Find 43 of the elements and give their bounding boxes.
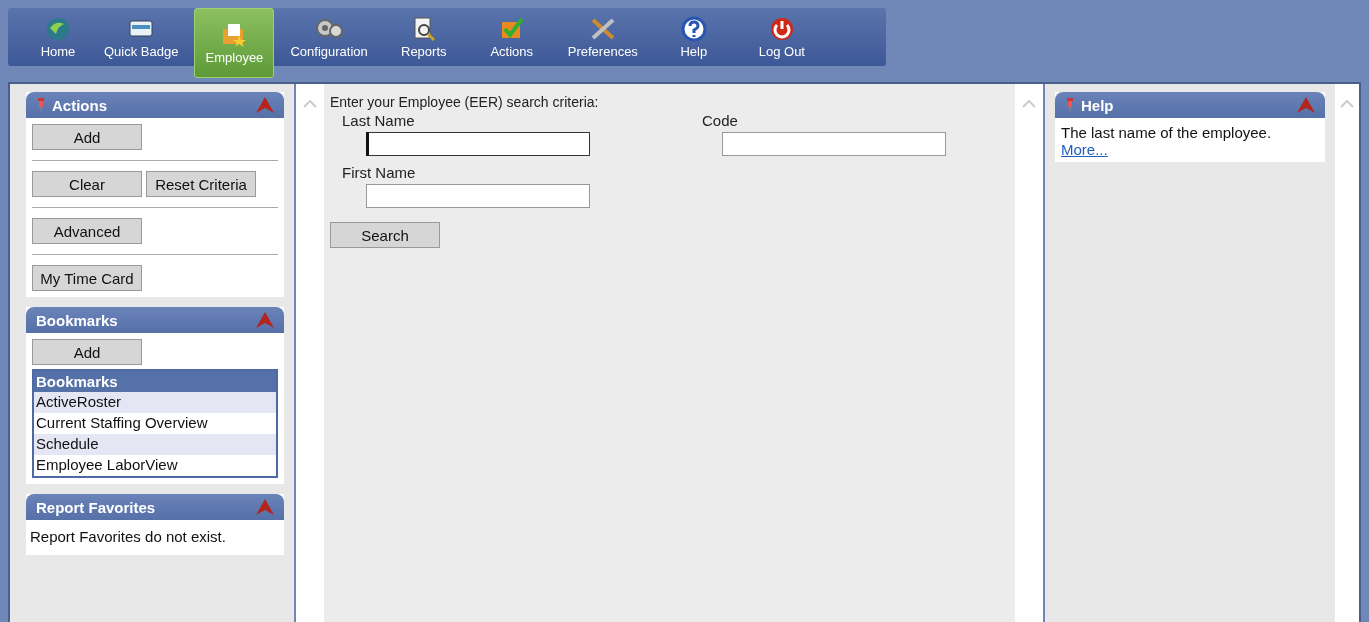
nav-tab[interactable]: Configuration [282, 8, 376, 66]
bookmark-item[interactable]: ActiveRoster [34, 392, 276, 413]
bookmark-item[interactable]: Schedule [34, 434, 276, 455]
nav-tab[interactable]: Reports [383, 8, 464, 66]
collapse-icon[interactable] [256, 499, 274, 515]
nav-tab[interactable]: Actions [471, 8, 552, 66]
scroll-up-icon[interactable] [1340, 100, 1354, 108]
search-prompt: Enter your Employee (EER) search criteria: [330, 94, 600, 110]
help-icon [679, 15, 708, 42]
more-link[interactable]: More... [1061, 141, 1108, 158]
help-text: The last name of the employee. [1061, 124, 1273, 141]
scroll-up-icon[interactable] [1022, 100, 1036, 108]
nav-tab[interactable]: Quick Badge [96, 8, 187, 66]
collapse-icon[interactable] [256, 312, 274, 328]
nav-tab[interactable]: Preferences [559, 8, 646, 66]
search-button[interactable]: Search [330, 222, 440, 248]
nav-tab[interactable]: Help [653, 8, 734, 66]
action-button[interactable]: Clear [32, 171, 142, 197]
field-label: Code [702, 112, 739, 129]
bookmark-item[interactable]: Current Staffing Overview [34, 413, 276, 434]
panel-title: Help [1081, 96, 1115, 114]
globe-icon [44, 15, 72, 42]
list-header: Bookmarks [34, 371, 276, 392]
collapse-icon[interactable] [256, 97, 274, 113]
nav-tab[interactable]: Log Out [741, 8, 822, 66]
action-button[interactable]: Reset Criteria [146, 171, 256, 197]
collapse-icon[interactable] [1297, 97, 1315, 113]
action-button[interactable]: My Time Card [32, 265, 142, 291]
bookmark-item[interactable]: Employee LaborView [34, 455, 276, 476]
scroll-up-icon[interactable] [303, 100, 317, 108]
field-label: Last Name [342, 112, 416, 129]
panel-title: Bookmarks [36, 311, 119, 329]
input-field[interactable] [366, 132, 590, 156]
action-button[interactable]: Advanced [32, 218, 142, 244]
nav-tab[interactable]: Home [28, 8, 88, 66]
action-button[interactable]: Add [32, 124, 142, 150]
input-field[interactable] [366, 184, 590, 208]
field-label: First Name [342, 164, 417, 181]
add-bookmark-button[interactable]: Add [32, 339, 142, 365]
input-field[interactable] [722, 132, 946, 156]
panel-title: Actions [52, 96, 108, 114]
empty-message: Report Favorites do not exist. [29, 527, 227, 547]
panel-title: Report Favorites [36, 498, 157, 516]
